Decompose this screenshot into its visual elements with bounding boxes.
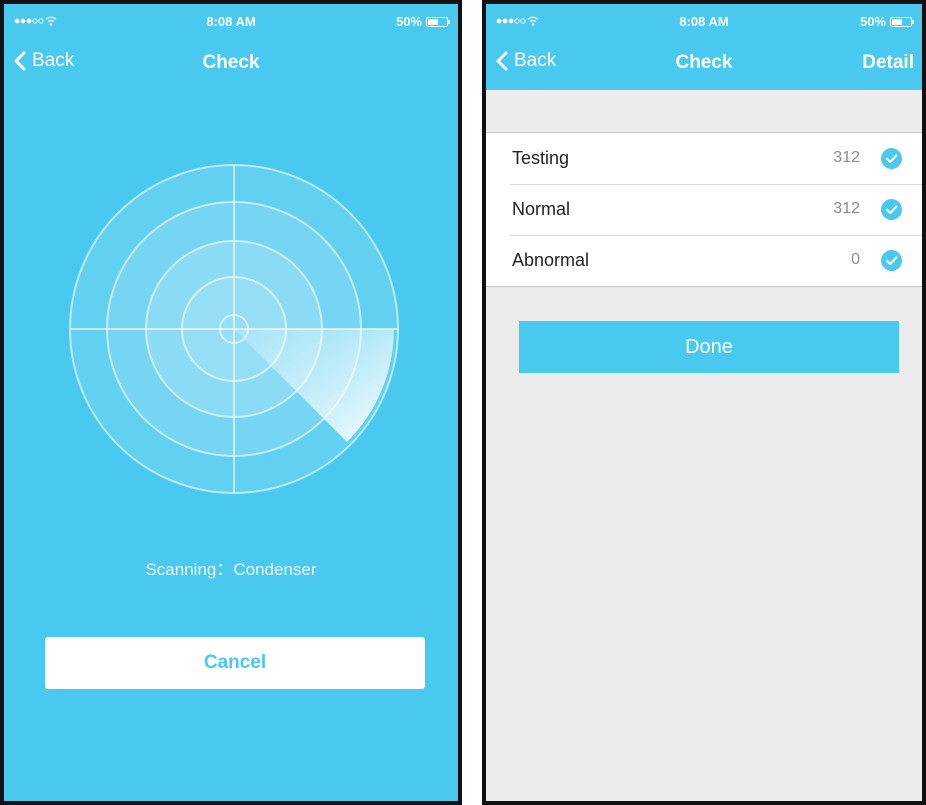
- status-bar: 8:08 AM 50%: [4, 4, 458, 38]
- result-label: Normal: [512, 199, 571, 219]
- result-label: Testing: [512, 148, 570, 168]
- scanning-status: Scanning：Condenser: [4, 555, 458, 580]
- status-time: 8:08 AM: [679, 14, 729, 29]
- battery-icon: [426, 16, 450, 27]
- check-circle-icon: [881, 148, 902, 169]
- detail-button[interactable]: Detail: [862, 52, 914, 74]
- scanning-target: Condenser: [233, 560, 317, 579]
- cancel-button[interactable]: Cancel: [45, 637, 425, 689]
- result-row-testing: Testing 312: [486, 133, 922, 184]
- battery-icon: [890, 16, 914, 27]
- check-circle-icon: [881, 199, 902, 220]
- results-list: Testing 312 Normal 312 Abnormal 0: [486, 132, 922, 287]
- battery-percent: 50%: [395, 14, 422, 29]
- result-label: Abnormal: [512, 250, 590, 270]
- scanning-screen: 8:08 AM 50% Back Check Scanning：Condense…: [0, 0, 462, 805]
- status-bar: 8:08 AM 50%: [486, 4, 922, 38]
- check-result-screen: 8:08 AM 50% Back Check Detail Testing 31…: [482, 0, 926, 805]
- radar-scan-icon: [69, 164, 399, 494]
- scanning-label: Scanning: [145, 560, 217, 579]
- scanning-separator: ：: [216, 560, 234, 579]
- check-circle-icon: [881, 250, 902, 271]
- nav-bar: Back Check: [4, 38, 458, 90]
- result-count: 312: [833, 200, 860, 217]
- result-row-abnormal: Abnormal 0: [486, 235, 922, 286]
- nav-bar: Back Check Detail: [486, 38, 922, 90]
- result-count: 0: [851, 251, 860, 268]
- done-button[interactable]: Done: [519, 321, 899, 373]
- status-time: 8:08 AM: [206, 14, 256, 29]
- page-title: Check: [202, 52, 260, 73]
- page-title: Check: [675, 52, 733, 73]
- battery-percent: 50%: [859, 14, 886, 29]
- result-count: 312: [833, 149, 860, 166]
- result-row-normal: Normal 312: [486, 184, 922, 235]
